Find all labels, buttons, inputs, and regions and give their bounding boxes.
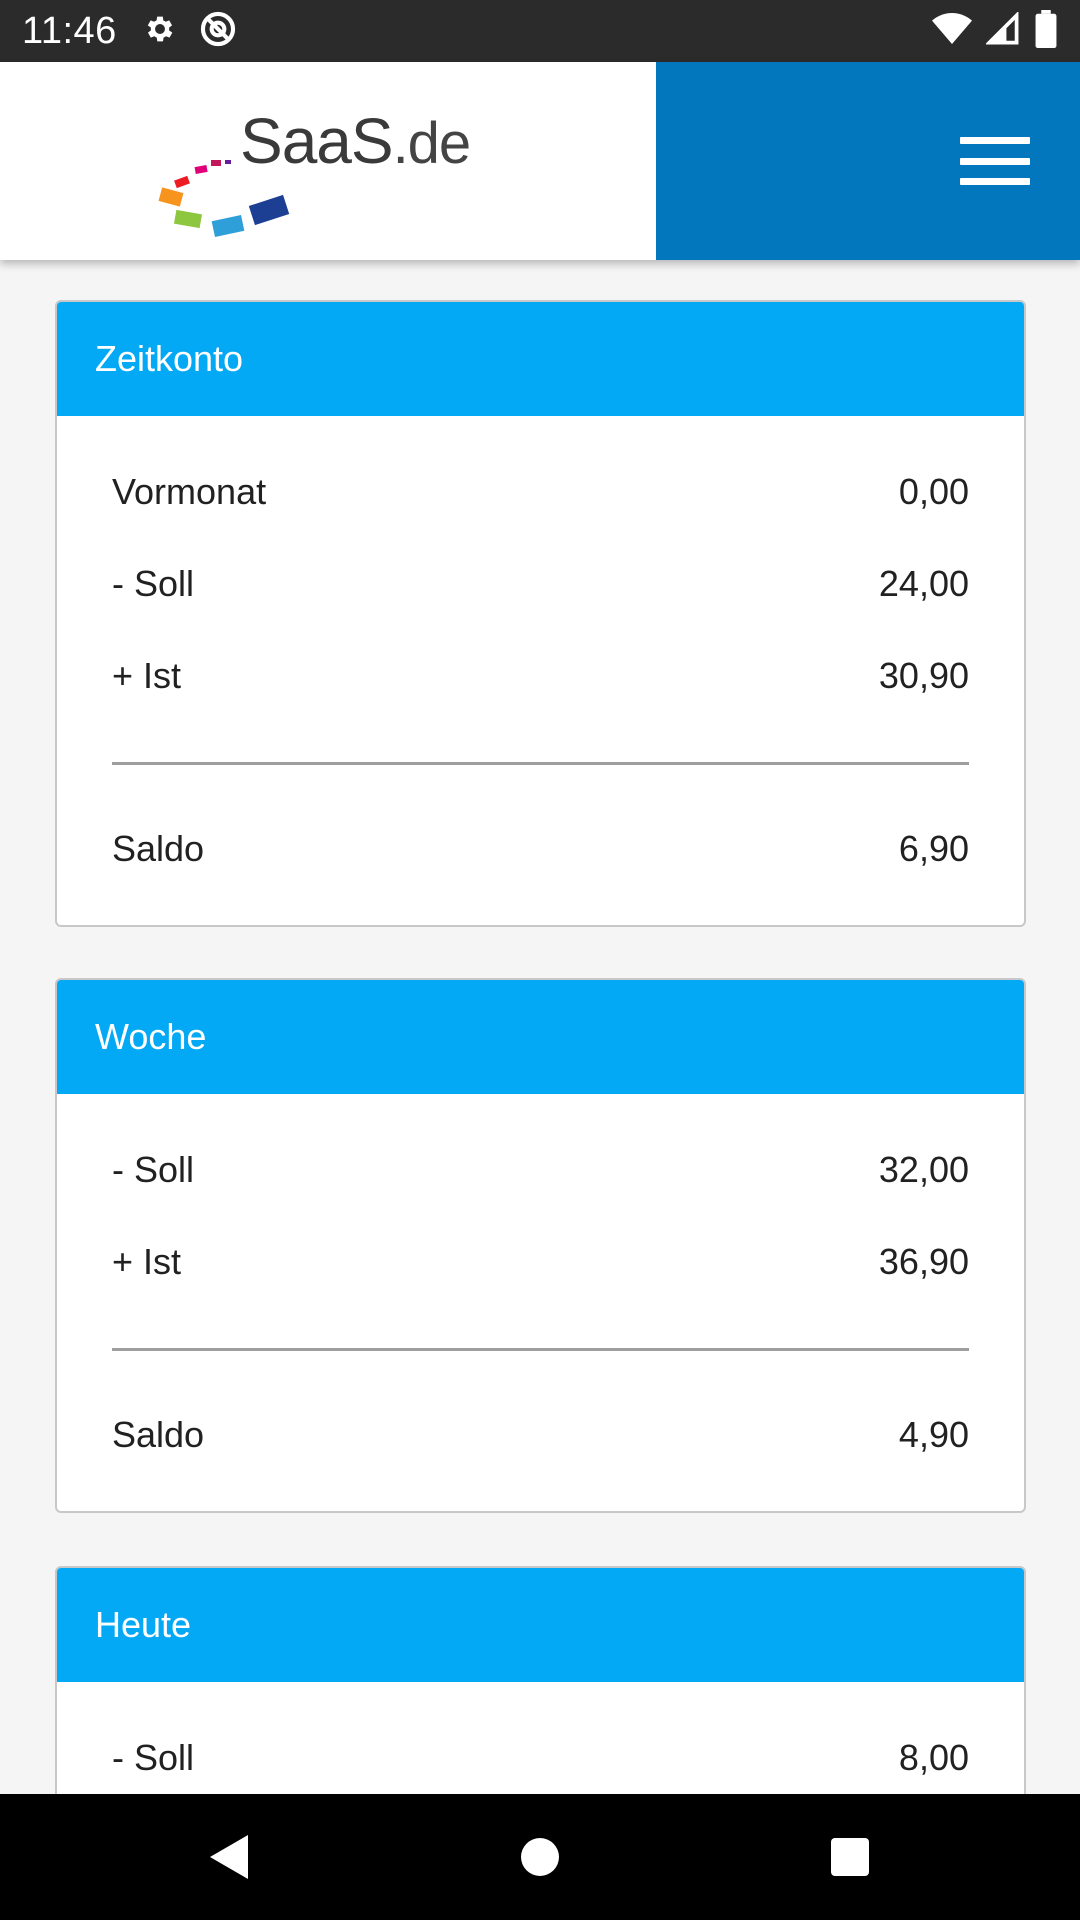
gear-icon — [143, 12, 177, 51]
row-label: + Ist — [112, 655, 182, 696]
row-ist: + Ist 36,90 — [112, 1216, 969, 1308]
card-woche: Woche - Soll 32,00 + Ist 36,90 Saldo 4,9… — [55, 978, 1026, 1513]
card-title: Woche — [57, 980, 1024, 1094]
wifi-icon — [932, 12, 972, 51]
row-value: 32,00 — [878, 1149, 969, 1190]
row-soll: - Soll 32,00 — [112, 1124, 969, 1216]
row-label: - Soll — [112, 1737, 195, 1778]
content-scroll[interactable]: Zeitkonto Vormonat 0,00 - Soll 24,00 + I… — [0, 260, 1080, 1794]
row-label: - Soll — [112, 563, 195, 604]
row-value: 8,00 — [898, 1737, 969, 1778]
row-value: 0,00 — [898, 471, 969, 512]
card-title: Heute — [57, 1568, 1024, 1682]
logo-text: SaaS.de — [240, 104, 472, 178]
logo-suffix: .de — [392, 111, 472, 176]
status-right-icons — [932, 9, 1058, 53]
home-icon[interactable] — [385, 1794, 695, 1920]
recents-icon[interactable] — [695, 1794, 1005, 1920]
divider — [112, 1348, 969, 1351]
at-sign-icon — [199, 10, 237, 53]
screen: 11:46 SaaS.de Zeitkonto Vormonat 0,00 - … — [0, 0, 1080, 1920]
cell-signal-icon — [984, 10, 1020, 51]
back-icon[interactable] — [75, 1794, 385, 1920]
divider — [112, 762, 969, 765]
app-header: SaaS.de — [0, 62, 1080, 260]
row-value: 36,90 — [878, 1241, 969, 1282]
row-soll: - Soll 24,00 — [112, 538, 969, 630]
row-label: + Ist — [112, 1241, 182, 1282]
row-value: 6,90 — [898, 828, 969, 869]
status-left-icons — [143, 10, 237, 53]
card-zeitkonto: Zeitkonto Vormonat 0,00 - Soll 24,00 + I… — [55, 300, 1026, 927]
row-label: Saldo — [112, 1414, 205, 1455]
row-value: 4,90 — [898, 1414, 969, 1455]
hamburger-menu-icon[interactable] — [960, 137, 1030, 185]
row-label: Vormonat — [112, 471, 267, 512]
row-soll: - Soll 8,00 — [112, 1712, 969, 1794]
row-ist: + Ist 30,90 — [112, 630, 969, 722]
menu-area — [656, 62, 1080, 260]
row-vormonat: Vormonat 0,00 — [112, 446, 969, 538]
row-saldo: Saldo 6,90 — [112, 803, 969, 895]
row-label: Saldo — [112, 828, 205, 869]
logo[interactable]: SaaS.de — [0, 62, 656, 260]
card-heute: Heute - Soll 8,00 — [55, 1566, 1026, 1794]
row-saldo: Saldo 4,90 — [112, 1389, 969, 1481]
row-value: 30,90 — [878, 655, 969, 696]
navigation-bar — [0, 1794, 1080, 1920]
battery-icon — [1034, 9, 1058, 53]
status-time: 11:46 — [22, 9, 117, 52]
status-bar: 11:46 — [0, 0, 1080, 62]
logo-name: SaaS — [240, 105, 394, 177]
card-title: Zeitkonto — [57, 302, 1024, 416]
row-value: 24,00 — [878, 563, 969, 604]
row-label: - Soll — [112, 1149, 195, 1190]
